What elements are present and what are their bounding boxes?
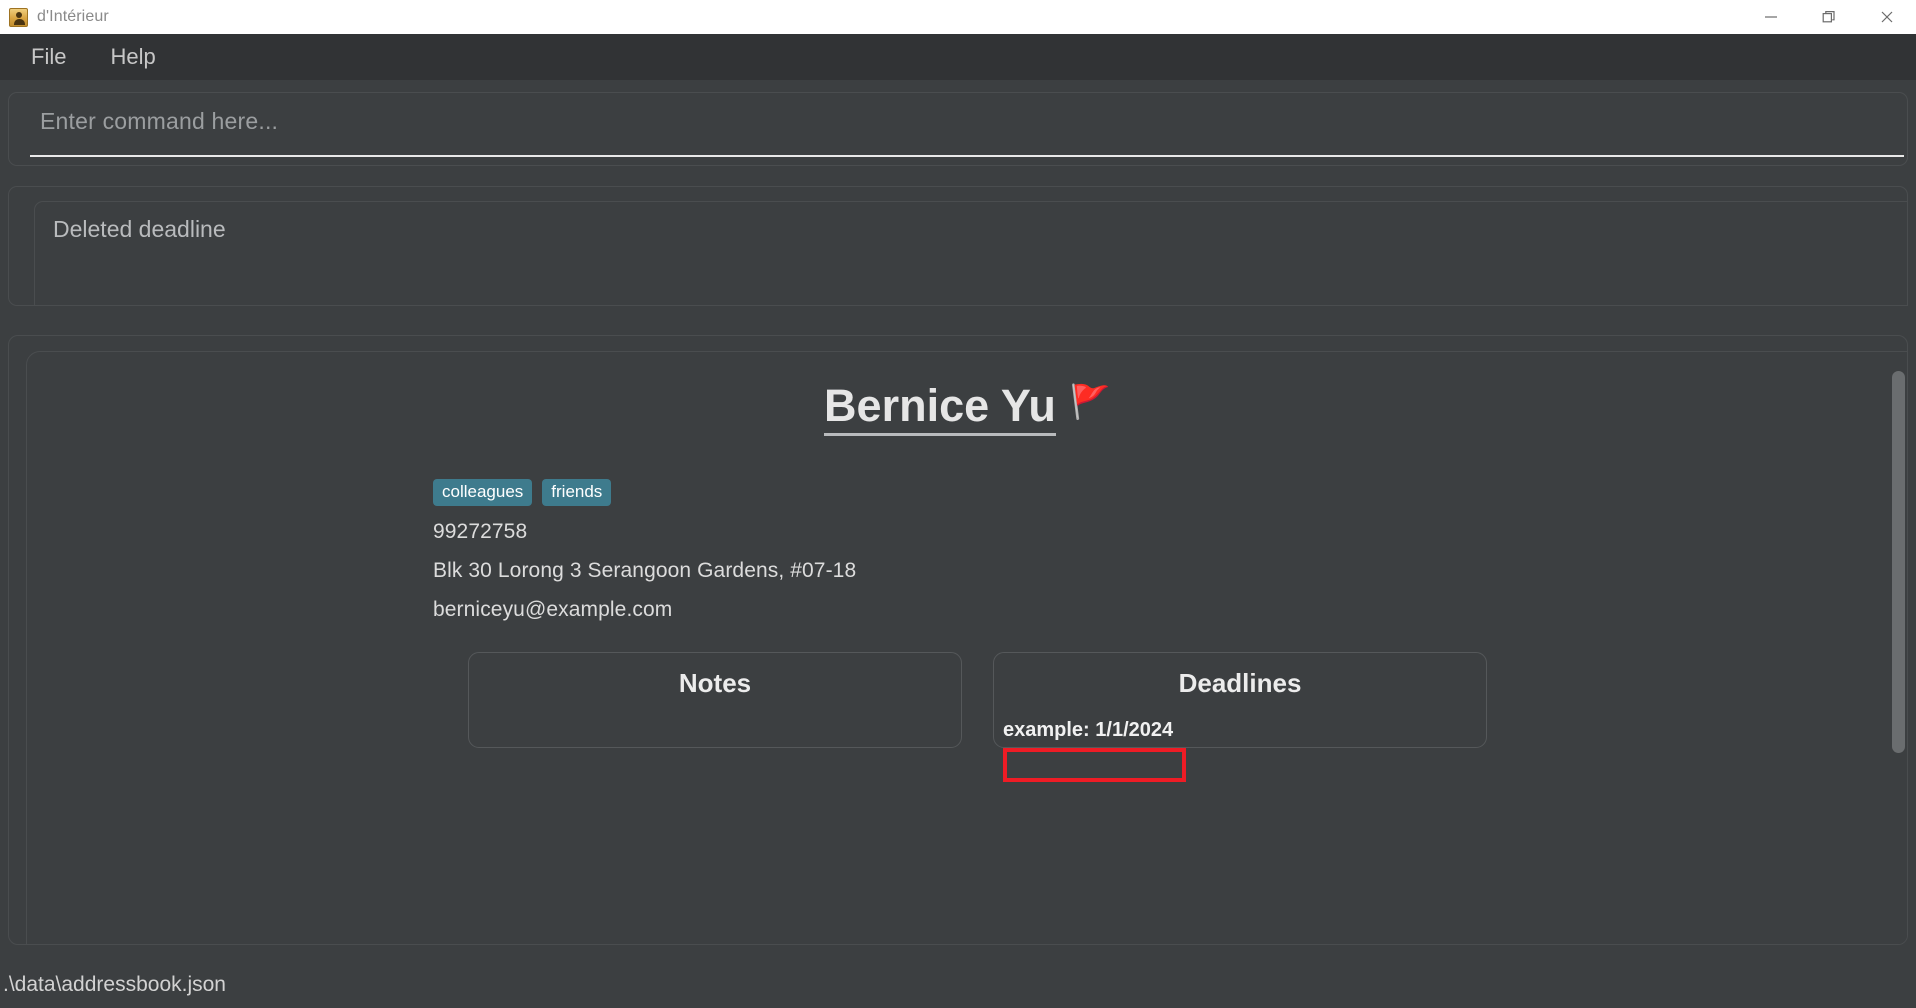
person-email: berniceyu@example.com xyxy=(433,598,673,621)
tag-list: colleagues friends xyxy=(433,479,856,506)
status-file-path: .\data\addressbook.json xyxy=(3,973,226,996)
minimize-button[interactable] xyxy=(1742,0,1800,34)
menu-item-file[interactable]: File xyxy=(22,41,75,73)
restore-icon xyxy=(1821,9,1837,25)
result-display-panel: Deleted deadline xyxy=(8,186,1908,306)
minimize-icon xyxy=(1763,9,1779,25)
person-details: colleagues friends 99272758 Blk 30 Loron… xyxy=(433,479,856,637)
window-title: d'Intérieur xyxy=(37,8,109,25)
page-title: Bernice Yu xyxy=(824,380,1056,437)
status-bar: .\data\addressbook.json xyxy=(0,962,1916,1008)
card-scrollbar[interactable] xyxy=(1889,369,1907,944)
command-box[interactable]: Enter command here... xyxy=(8,92,1908,166)
deadlines-title: Deadlines xyxy=(1178,668,1302,698)
result-message: Deleted deadline xyxy=(53,216,226,242)
flag-icon: 🚩 xyxy=(1069,383,1111,420)
person-card-panel: Bernice Yu 🚩 colleagues friends 99272758… xyxy=(8,335,1908,945)
title-bar: d'Intérieur xyxy=(0,0,1916,34)
deadlines-panel: Deadlines example: 1/1/2024 xyxy=(993,652,1487,782)
person-address: Blk 30 Lorong 3 Serangoon Gardens, #07-1… xyxy=(433,559,857,582)
address-book-icon xyxy=(9,7,28,27)
title-bar-left: d'Intérieur xyxy=(0,7,109,27)
close-button[interactable] xyxy=(1858,0,1916,34)
deadline-highlighted-field[interactable] xyxy=(1003,748,1186,782)
person-name-row: Bernice Yu 🚩 xyxy=(27,380,1907,437)
person-card-inner: Bernice Yu 🚩 colleagues friends 99272758… xyxy=(26,351,1907,944)
notes-title: Notes xyxy=(678,668,752,698)
menu-item-help[interactable]: Help xyxy=(101,41,164,73)
result-display-inner: Deleted deadline xyxy=(34,201,1908,306)
card-scrollbar-thumb[interactable] xyxy=(1892,371,1905,753)
command-input-wrapper[interactable]: Enter command here... xyxy=(9,93,1907,165)
tag-friends[interactable]: friends xyxy=(542,479,612,506)
command-input-underline xyxy=(30,155,1904,157)
notes-panel: Notes xyxy=(468,652,962,748)
menu-bar: File Help xyxy=(0,34,1916,80)
close-icon xyxy=(1879,9,1895,25)
person-phone: 99272758 xyxy=(433,520,528,543)
command-input-placeholder: Enter command here... xyxy=(40,108,279,134)
deadline-example-label: example: 1/1/2024 xyxy=(1003,719,1174,741)
restore-button[interactable] xyxy=(1800,0,1858,34)
tag-colleagues[interactable]: colleagues xyxy=(433,479,533,506)
window-controls xyxy=(1742,0,1916,34)
